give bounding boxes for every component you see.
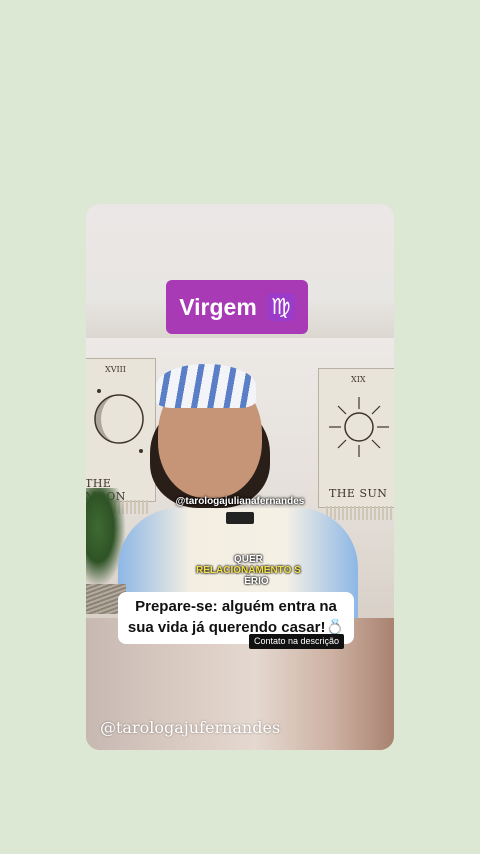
moon-tapestry: XVIII THE MOON [86, 358, 156, 503]
video-caption: QUER RELACIONAMENTO S ÉRIO [196, 554, 301, 587]
virgo-icon: ♍ [266, 293, 295, 321]
caption-line-2: RELACIONAMENTO S [196, 565, 301, 576]
zodiac-sign-badge: Virgem ♍ [166, 280, 308, 334]
caption-line-3: ÉRIO [244, 576, 269, 587]
headline-line-1: Prepare-se: alguém entra na [135, 598, 337, 615]
zodiac-sign-label: Virgem [179, 293, 257, 320]
watermark-handle: @tarologajufernandes [100, 718, 281, 737]
sun-tapestry: XIX THE SUN [318, 368, 394, 508]
video-handle-overlay: @tarologajulianafernandes [175, 496, 305, 507]
lapel-mic [226, 512, 254, 524]
contact-tag: Contato na descrição [249, 634, 345, 649]
sun-icon [329, 397, 389, 457]
tapestry-fringe [326, 506, 394, 520]
video-frame[interactable]: XVIII THE MOON XIX THE SUN [86, 338, 394, 618]
moon-tapestry-number: XVIII [105, 365, 126, 374]
sun-tapestry-number: XIX [351, 375, 366, 384]
moon-icon [94, 389, 144, 453]
post-card[interactable]: Virgem ♍ XVIII THE MOON XIX [86, 204, 394, 750]
person-bandana [156, 364, 256, 408]
caption-line-1: QUER [233, 554, 263, 565]
